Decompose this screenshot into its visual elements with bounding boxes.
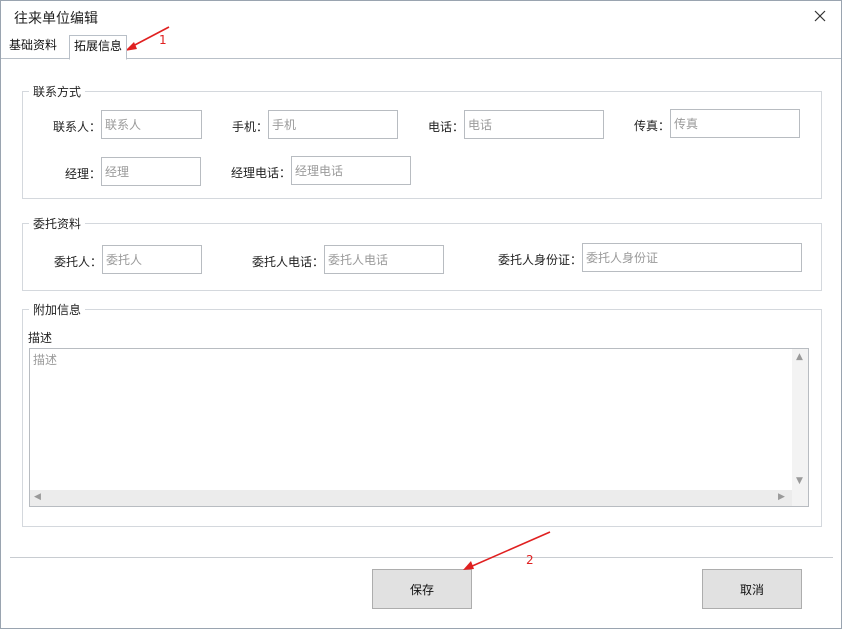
footer-separator (10, 557, 833, 558)
entrust-id-input[interactable] (582, 243, 802, 272)
description-label: 描述 (28, 331, 53, 345)
contact-person-input[interactable] (101, 110, 202, 139)
entrust-person-label: 委托人： (53, 255, 102, 269)
mobile-input[interactable] (268, 110, 398, 139)
tab-basic-info[interactable]: 基础资料 (5, 35, 61, 59)
scroll-up-icon[interactable]: ▲ (796, 353, 803, 362)
scrollbar-corner (792, 490, 808, 506)
tab-bar: 基础资料 拓展信息 (1, 35, 842, 60)
contact-legend: 联系方式 (33, 85, 82, 99)
fax-input[interactable] (670, 109, 800, 138)
close-button[interactable] (807, 5, 833, 27)
entrust-legend: 委托资料 (33, 217, 82, 231)
description-textarea[interactable] (30, 349, 793, 490)
entrust-phone-label: 委托人电话： (251, 255, 324, 269)
manager-phone-input[interactable] (291, 156, 411, 185)
horizontal-scrollbar[interactable]: ◀ ▶ (30, 490, 793, 506)
extra-legend: 附加信息 (33, 303, 82, 317)
phone-input[interactable] (464, 110, 604, 139)
fax-label: 传真： (633, 119, 670, 133)
save-button[interactable]: 保存 (372, 569, 472, 609)
phone-label: 电话： (427, 120, 464, 134)
tab-content: 联系方式 联系人： 手机： 电话： 传真： 经理： 经理电话： 委托资料 委托人… (10, 59, 833, 545)
annotation-marker-2: 2 (526, 553, 534, 567)
scroll-right-icon[interactable]: ▶ (778, 493, 785, 502)
manager-input[interactable] (101, 157, 201, 186)
entrust-phone-input[interactable] (324, 245, 444, 274)
mobile-label: 手机： (231, 120, 268, 134)
close-icon (814, 10, 826, 22)
tab-extended-info[interactable]: 拓展信息 (69, 35, 128, 60)
cancel-button[interactable]: 取消 (702, 569, 802, 609)
manager-label: 经理： (64, 167, 101, 181)
manager-phone-label: 经理电话： (230, 166, 291, 180)
annotation-marker-1: 1 (159, 33, 167, 47)
entrust-id-label: 委托人身份证： (497, 253, 582, 267)
scroll-left-icon[interactable]: ◀ (34, 493, 41, 502)
window-title: 往来单位编辑 (14, 11, 98, 27)
description-box: ▲ ▼ ◀ ▶ (29, 348, 809, 507)
entrust-person-input[interactable] (102, 245, 202, 274)
scroll-down-icon[interactable]: ▼ (796, 477, 803, 486)
dialog-window: 往来单位编辑 基础资料 拓展信息 联系方式 联系人： 手机： 电话： 传真： 经… (0, 0, 842, 629)
vertical-scrollbar[interactable]: ▲ ▼ (792, 349, 808, 490)
contact-person-label: 联系人： (52, 120, 101, 134)
